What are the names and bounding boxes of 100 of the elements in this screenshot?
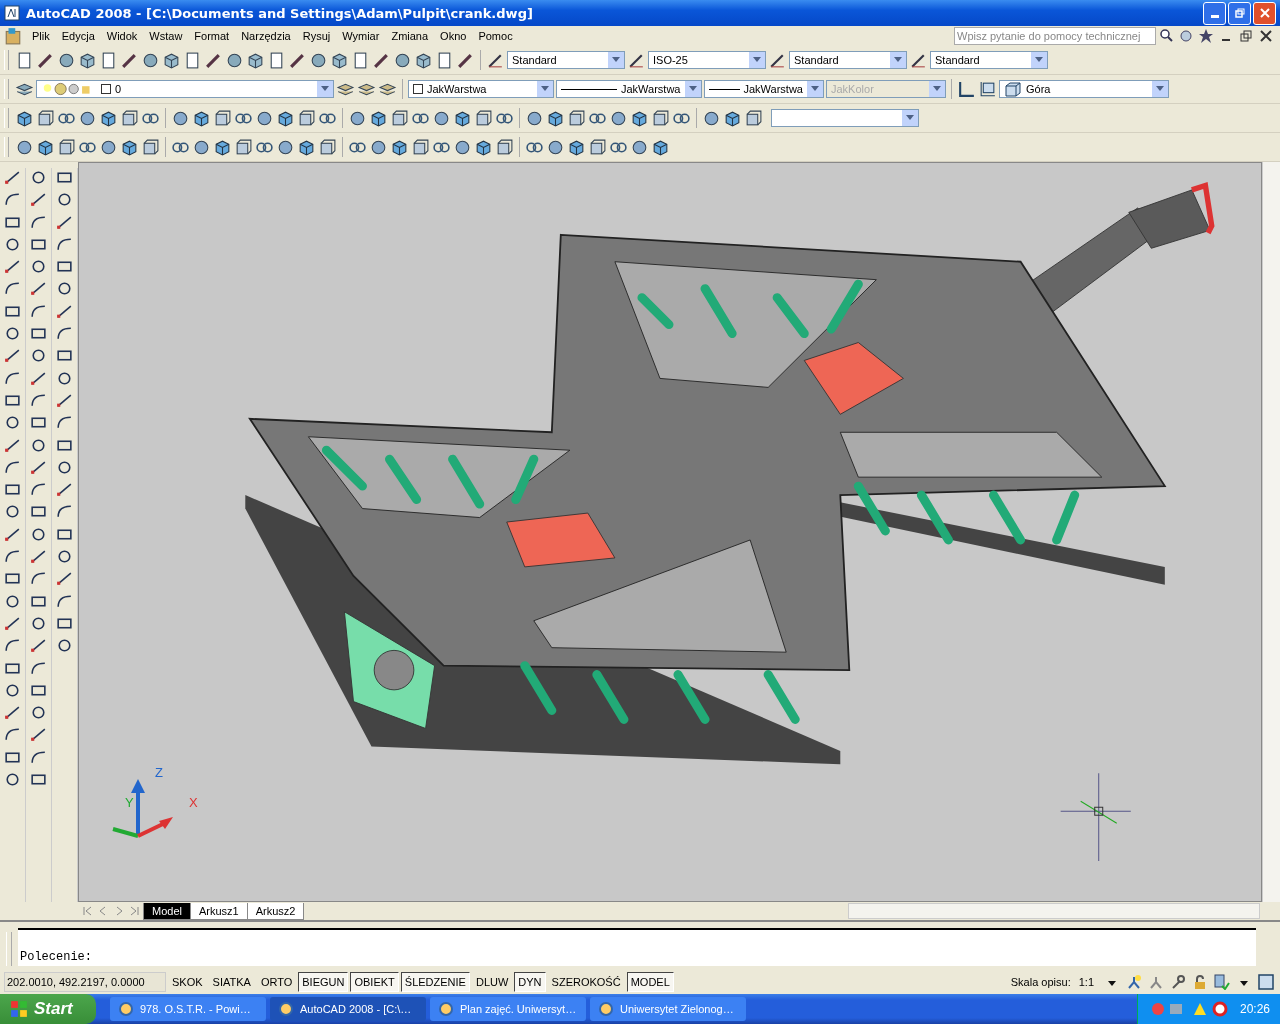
annotation-scale-dropdown[interactable]: 1:1 [1078, 976, 1094, 988]
box-icon[interactable] [411, 137, 430, 157]
cube-icon[interactable] [162, 50, 181, 70]
cube-icon[interactable] [651, 137, 670, 157]
cube-icon[interactable] [99, 108, 118, 128]
linetype-dropdown[interactable]: JakWarstwa [556, 80, 702, 98]
cube-icon[interactable] [390, 137, 409, 157]
view-dropdown[interactable]: Góra [999, 80, 1169, 98]
status-toggle[interactable]: ŚLEDZENIE [400, 972, 470, 992]
cube-icon[interactable] [276, 108, 295, 128]
cube-icon[interactable] [36, 137, 55, 157]
taskbar-button[interactable]: Uniwersytet Zielonog… [590, 997, 746, 1021]
style-dropdown[interactable]: Standard [789, 51, 907, 69]
layout-tab[interactable]: Model [143, 902, 191, 920]
style-dropdown[interactable]: ISO-25 [648, 51, 766, 69]
check-icon[interactable] [1214, 974, 1230, 990]
cube-icon[interactable] [213, 137, 232, 157]
box-icon[interactable] [36, 108, 55, 128]
start-button[interactable]: Start [0, 994, 96, 1024]
minimize-button[interactable] [1203, 1, 1226, 25]
box-icon[interactable] [651, 108, 670, 128]
menu-item[interactable]: Narzędzia [235, 30, 297, 42]
dropdown-field[interactable] [771, 109, 919, 127]
circle-icon[interactable] [3, 770, 22, 789]
status-toggle[interactable]: BIEGUN [298, 972, 349, 992]
cube-icon[interactable] [546, 108, 565, 128]
search-icon[interactable] [1158, 28, 1174, 44]
status-toggle[interactable]: ORTO [256, 972, 297, 992]
vertical-scrollbar[interactable] [1262, 162, 1280, 902]
circle-icon[interactable] [29, 168, 48, 187]
menu-item[interactable]: Okno [434, 30, 473, 42]
status-toggle[interactable]: DYN [514, 972, 546, 992]
status-toggle[interactable]: OBIEKT [350, 972, 399, 992]
box-icon[interactable] [744, 108, 763, 128]
close-button[interactable] [1253, 1, 1276, 25]
wrench-icon[interactable] [1170, 974, 1186, 990]
cube-icon[interactable] [78, 50, 97, 70]
menu-item[interactable]: Rysuj [296, 30, 337, 42]
cube-icon[interactable] [453, 108, 472, 128]
layer-dropdown[interactable]: 0 [36, 80, 334, 98]
cube-icon[interactable] [567, 137, 586, 157]
window-icon[interactable] [1258, 974, 1274, 990]
status-toggle[interactable]: SIATKA [208, 972, 255, 992]
menu-item[interactable]: Plik [26, 30, 56, 42]
document-icon[interactable] [4, 27, 22, 45]
cube-icon[interactable] [369, 108, 388, 128]
status-toggle[interactable]: SZEROKOŚĆ [547, 972, 625, 992]
frame-icon[interactable] [978, 79, 997, 99]
status-toggle[interactable]: DLUW [471, 972, 513, 992]
style-dropdown[interactable]: Standard [930, 51, 1048, 69]
restore-icon[interactable] [1238, 28, 1254, 44]
taskbar-button[interactable]: 978. O.S.T.R. - Powi… [110, 997, 266, 1021]
box-icon[interactable] [495, 137, 514, 157]
layout-tab[interactable]: Arkusz1 [189, 902, 248, 920]
menu-item[interactable]: Format [188, 30, 236, 42]
status-toggle[interactable]: MODEL [626, 972, 674, 992]
lineweight-dropdown[interactable]: JakWarstwa [704, 80, 824, 98]
coordinates-display: 202.0010, 492.2197, 0.0000 [4, 972, 166, 992]
status-toggle[interactable]: SKOK [168, 972, 207, 992]
help-search-field[interactable]: Wpisz pytanie do pomocy technicznej [954, 27, 1156, 45]
box-icon[interactable] [141, 137, 160, 157]
horizontal-scrollbar[interactable] [848, 903, 1260, 919]
close-icon[interactable] [1258, 28, 1274, 44]
cube-icon[interactable] [192, 108, 211, 128]
style-dropdown[interactable]: Standard [507, 51, 625, 69]
box-icon[interactable] [297, 108, 316, 128]
axes-icon[interactable] [957, 79, 976, 99]
cube-icon[interactable] [414, 50, 433, 70]
box-icon[interactable] [213, 108, 232, 128]
cube-icon[interactable] [723, 108, 742, 128]
lock-icon[interactable] [1192, 974, 1208, 990]
taskbar-button[interactable]: AutoCAD 2008 - [C:\… [270, 997, 426, 1021]
box-icon[interactable] [567, 108, 586, 128]
close-icon [1259, 8, 1270, 18]
menu-item[interactable]: Widok [100, 30, 144, 42]
menu-item[interactable]: Wstaw [143, 30, 189, 42]
box-icon[interactable] [474, 108, 493, 128]
star-icon[interactable] [1198, 28, 1214, 44]
menu-item[interactable]: Edycja [55, 30, 101, 42]
cube-icon[interactable] [630, 108, 649, 128]
cube-icon[interactable] [15, 108, 34, 128]
box-icon[interactable] [234, 137, 253, 157]
menu-item[interactable]: Zmiana [385, 30, 435, 42]
menu-item[interactable]: Pomoc [472, 30, 519, 42]
cube-icon[interactable] [246, 50, 265, 70]
taskbar-button[interactable]: Plan zajęć. Uniwersyt… [430, 997, 586, 1021]
layout-tab[interactable]: Arkusz2 [246, 902, 305, 920]
cube-icon[interactable] [297, 137, 316, 157]
box-icon[interactable] [120, 108, 139, 128]
box-icon[interactable] [390, 108, 409, 128]
cube-icon[interactable] [474, 137, 493, 157]
restore-button[interactable] [1228, 1, 1251, 25]
menu-item[interactable]: Wymiar [336, 30, 386, 42]
box-icon[interactable] [57, 137, 76, 157]
tray-icons-drawing[interactable] [1149, 1001, 1230, 1017]
box-icon[interactable] [318, 137, 337, 157]
cube-icon[interactable] [330, 50, 349, 70]
color-dropdown[interactable]: JakWarstwa [408, 80, 554, 98]
box-icon[interactable] [588, 137, 607, 157]
cube-icon[interactable] [120, 137, 139, 157]
